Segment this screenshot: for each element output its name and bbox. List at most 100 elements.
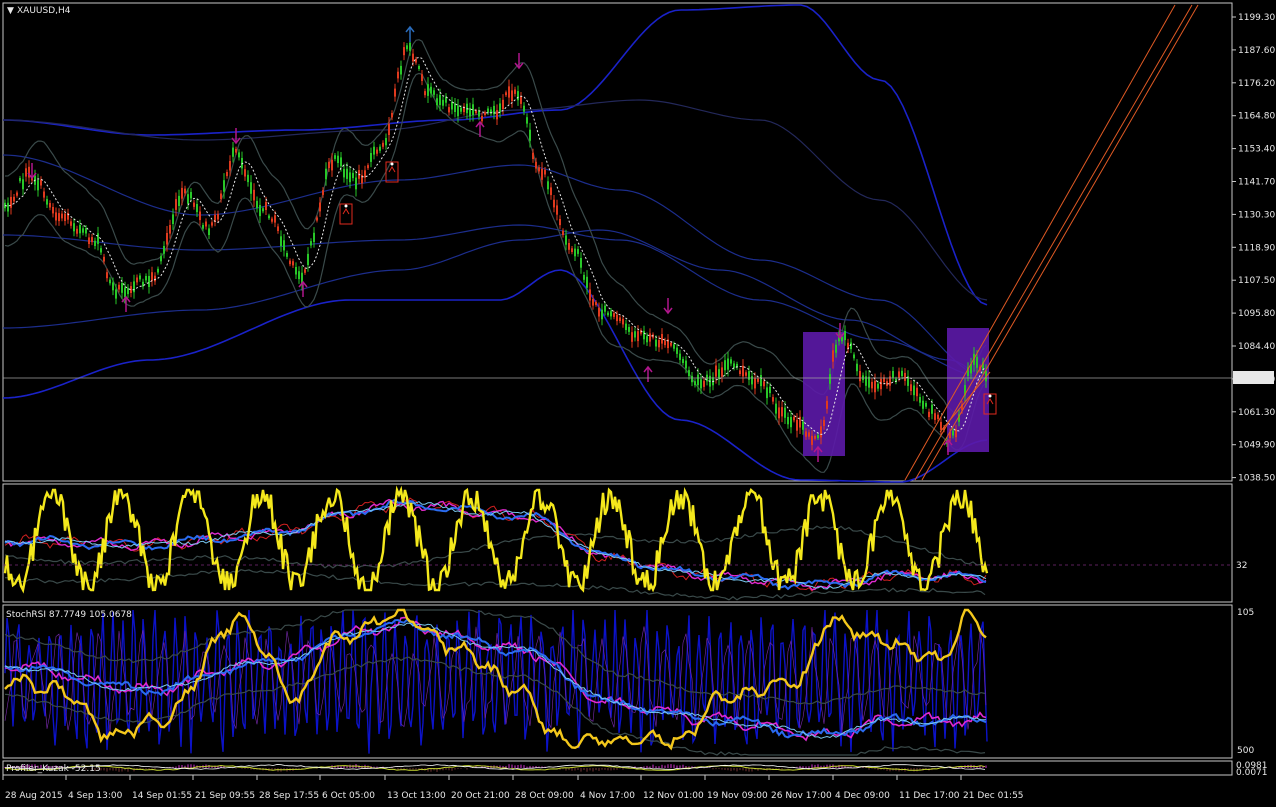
candle-body (577, 249, 579, 254)
price-tick-label: 1130.30 (1238, 210, 1275, 220)
candle-body (514, 89, 516, 94)
candle-body (844, 331, 846, 341)
candle-body (586, 276, 588, 288)
highlight-boxes (803, 328, 989, 456)
candle-body (76, 228, 78, 234)
candle-body (22, 179, 24, 190)
main-price-pane[interactable] (2, 2, 1233, 482)
candle-body (502, 99, 504, 109)
candle-body (724, 360, 726, 371)
candle-body (568, 243, 570, 250)
candle-body (97, 233, 99, 244)
candle-body (64, 213, 66, 221)
candle-body (262, 208, 264, 212)
candle-body (331, 159, 333, 171)
indicator-1-level-label: 32 (1236, 561, 1247, 571)
candle-body (607, 312, 609, 316)
candle-body (205, 221, 207, 227)
candle-body (565, 235, 567, 245)
candle-body (19, 177, 21, 182)
candle-body (172, 214, 174, 224)
candle-body (313, 232, 315, 242)
candle-body (535, 161, 537, 169)
candle-body (529, 129, 531, 141)
candle-body (928, 411, 930, 418)
candle-body (583, 274, 585, 280)
time-tick-label: 21 Sep 09:55 (195, 791, 255, 801)
price-tick-label: 1095.80 (1238, 309, 1275, 319)
buy-marker-icon (390, 162, 394, 166)
candle-body (268, 215, 270, 219)
candle-body (169, 225, 171, 234)
candle-body (211, 222, 213, 226)
candle-body (601, 309, 603, 320)
candle-body (307, 253, 309, 265)
candle-body (814, 436, 816, 439)
candle-body (394, 88, 396, 97)
candle-body (802, 421, 804, 430)
trading-chart[interactable]: ▼ XAUUSD,H4 StochRSI 87.7749 105.0678 Pr… (0, 0, 1276, 807)
candle-body (91, 237, 93, 243)
candle-body (208, 228, 210, 235)
candle-body (343, 168, 345, 178)
candle-body (532, 152, 534, 159)
candle-body (787, 417, 789, 425)
candle-body (511, 90, 513, 102)
candle-body (73, 223, 75, 232)
candle-body (694, 381, 696, 386)
time-tick-label: 28 Aug 2015 (5, 791, 63, 801)
candle-body (805, 431, 807, 437)
time-tick-label: 28 Oct 09:00 (515, 791, 574, 801)
candle-body (817, 435, 819, 439)
indicator-1-lines (3, 485, 989, 601)
candle-body (328, 161, 330, 168)
indicator-3-label-b: 0.0071 (1236, 768, 1268, 778)
candle-body (409, 42, 411, 51)
candle-body (688, 370, 690, 377)
candle-body (748, 371, 750, 380)
candle-body (592, 299, 594, 306)
candle-body (100, 248, 102, 253)
price-tick-label: 1199.30 (1238, 13, 1275, 23)
candle-body (316, 217, 318, 221)
candle-body (904, 372, 906, 381)
candle-body (757, 378, 759, 382)
indicator-2-navy (4, 609, 988, 754)
candle-body (436, 98, 438, 106)
candle-body (133, 281, 135, 293)
candle-body (175, 199, 177, 210)
candle-body (571, 248, 573, 252)
candle-body (253, 189, 255, 201)
candle-body (835, 344, 837, 353)
time-tick-label: 12 Nov 01:00 (643, 791, 704, 801)
candle-body (229, 161, 231, 171)
candle-body (235, 148, 237, 153)
price-tick-label: 1084.40 (1238, 342, 1275, 352)
chart-menu-icon[interactable]: ▼ (7, 6, 14, 16)
candle-body (403, 47, 405, 56)
price-tick-label: 1187.60 (1238, 46, 1275, 56)
candle-body (319, 202, 321, 212)
candle-body (769, 386, 771, 394)
candle-body (352, 172, 354, 179)
candle-body (163, 246, 165, 254)
candle-body (874, 380, 876, 393)
candle-body (877, 383, 879, 389)
candle-body (772, 397, 774, 402)
candle-body (37, 180, 39, 191)
candle-body (151, 272, 153, 281)
candle-body (751, 376, 753, 385)
candle-body (127, 287, 129, 295)
candle-body (892, 371, 894, 378)
candle-body (439, 94, 441, 106)
candle-body (556, 205, 558, 215)
candle-body (406, 45, 408, 50)
candle-body (85, 228, 87, 234)
candle-body (451, 101, 453, 110)
candle-body (475, 110, 477, 114)
time-tick-label: 4 Nov 17:00 (580, 791, 635, 801)
price-tick-label: 1176.20 (1238, 79, 1275, 89)
candle-body (286, 253, 288, 257)
candle-body (901, 370, 903, 377)
candle-body (715, 365, 717, 377)
